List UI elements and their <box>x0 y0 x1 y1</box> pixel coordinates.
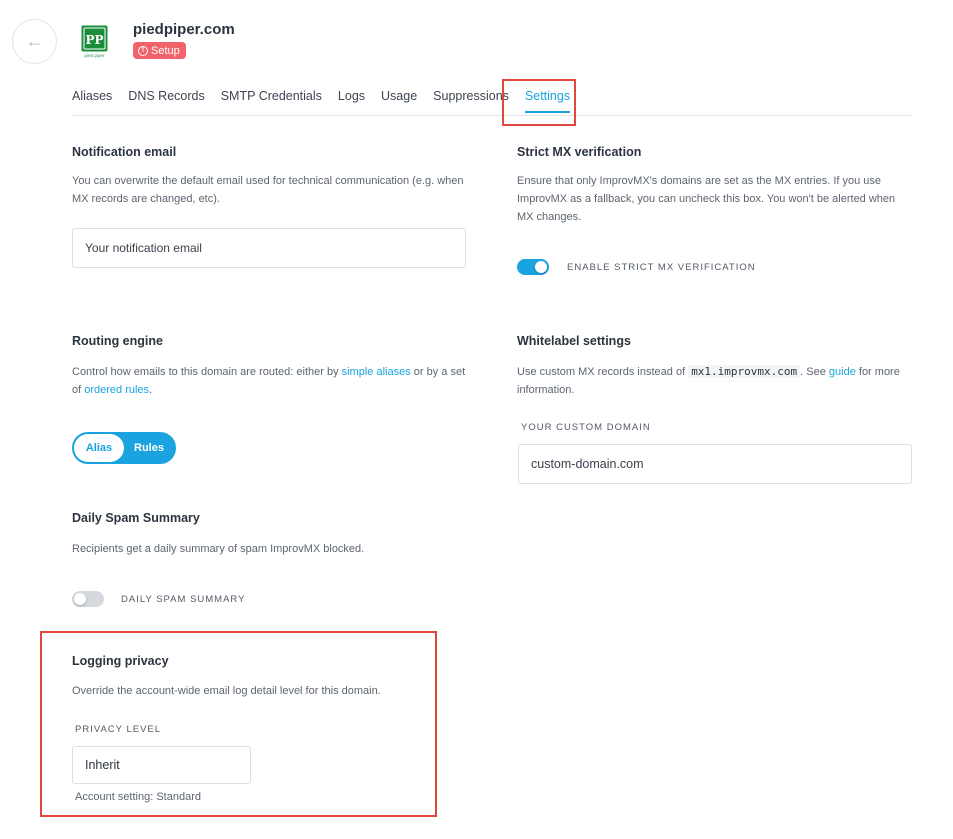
tab-divider <box>72 115 912 116</box>
privacy-level-label: PRIVACY LEVEL <box>75 724 162 735</box>
toggle-knob <box>535 261 547 273</box>
svg-text:PP: PP <box>85 33 103 47</box>
spam-description: Recipients get a daily summary of spam I… <box>72 543 365 555</box>
notification-email-placeholder: Your notification email <box>85 241 202 255</box>
simple-aliases-link[interactable]: simple aliases <box>342 366 411 378</box>
strict-mx-description: Ensure that only ImprovMX's domains are … <box>517 175 896 223</box>
status-badge-label: Setup <box>151 44 180 57</box>
ordered-rules-link[interactable]: ordered rules <box>84 384 149 396</box>
domain-title: piedpiper.com <box>133 21 235 38</box>
guide-link[interactable]: guide <box>829 366 856 378</box>
tab-usage[interactable]: Usage <box>381 89 417 113</box>
tab-smtp-credentials[interactable]: SMTP Credentials <box>221 89 322 113</box>
tab-dns-records[interactable]: DNS Records <box>128 89 204 113</box>
strict-mx-toggle-label: ENABLE STRICT MX VERIFICATION <box>567 262 756 273</box>
whitelabel-description: Use custom MX records instead of mx1.imp… <box>517 365 900 396</box>
toggle-knob <box>74 593 86 605</box>
mx-host-code: mx1.improvmx.com <box>688 365 801 378</box>
logging-description: Override the account-wide email log deta… <box>72 685 381 697</box>
routing-option-rules[interactable]: Rules <box>124 434 174 462</box>
piedpiper-logo: PP pied piper <box>81 25 108 58</box>
arrow-left-icon: ← <box>25 31 44 51</box>
notification-email-input[interactable]: Your notification email <box>72 228 466 268</box>
tab-aliases[interactable]: Aliases <box>72 89 112 113</box>
notification-title: Notification email <box>72 145 177 159</box>
whitelabel-title: Whitelabel settings <box>517 334 631 348</box>
custom-domain-input[interactable]: custom-domain.com <box>518 444 912 484</box>
routing-switch: Alias Rules <box>72 432 176 464</box>
spam-title: Daily Spam Summary <box>72 511 200 525</box>
custom-domain-label: YOUR CUSTOM DOMAIN <box>521 422 651 433</box>
notification-description: You can overwrite the default email used… <box>72 175 464 205</box>
svg-text:pied piper: pied piper <box>84 53 105 58</box>
back-button[interactable]: ← <box>12 19 57 64</box>
spam-summary-toggle-label: DAILY SPAM SUMMARY <box>121 594 246 605</box>
alert-icon: ! <box>138 45 148 56</box>
tab-logs[interactable]: Logs <box>338 89 365 113</box>
strict-mx-toggle[interactable] <box>517 259 549 275</box>
account-setting-note: Account setting: Standard <box>75 791 201 803</box>
strict-mx-title: Strict MX verification <box>517 145 642 159</box>
logging-title: Logging privacy <box>72 654 169 668</box>
routing-option-alias[interactable]: Alias <box>74 434 124 462</box>
tab-suppressions[interactable]: Suppressions <box>433 89 509 113</box>
spam-summary-toggle[interactable] <box>72 591 104 607</box>
routing-title: Routing engine <box>72 334 163 348</box>
settings-tab-highlight <box>502 79 576 126</box>
routing-description: Control how emails to this domain are ro… <box>72 366 466 396</box>
privacy-level-value: Inherit <box>85 758 120 772</box>
status-badge: ! Setup <box>133 42 186 59</box>
custom-domain-placeholder: custom-domain.com <box>531 457 644 471</box>
privacy-level-select[interactable]: Inherit <box>72 746 251 784</box>
